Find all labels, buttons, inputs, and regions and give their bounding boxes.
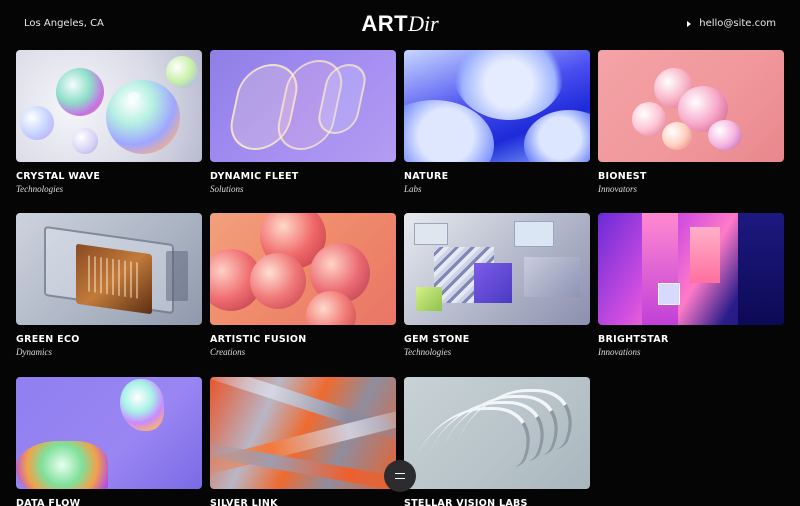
project-title: GEM STONE — [404, 334, 470, 345]
project-title: BIONEST — [598, 171, 647, 182]
project-thumbnail[interactable] — [404, 50, 590, 162]
project-thumbnail[interactable] — [16, 213, 202, 325]
project-thumbnail[interactable] — [210, 377, 396, 489]
project-thumbnail[interactable] — [404, 213, 590, 325]
project-title: CRYSTAL WAVE — [16, 171, 101, 182]
project-title: GREEN ECO — [16, 334, 80, 345]
project-title: DYNAMIC FLEET — [210, 171, 299, 182]
project-card[interactable]: DATA FLOW — [16, 377, 202, 506]
project-card[interactable]: GREEN ECO Dynamics — [16, 213, 202, 357]
project-thumbnail[interactable] — [404, 377, 590, 489]
project-subtitle: Innovations — [598, 347, 641, 357]
project-title: ARTISTIC FUSION — [210, 334, 307, 345]
menu-button[interactable] — [384, 460, 416, 492]
project-thumbnail[interactable] — [598, 50, 784, 162]
caret-right-icon — [687, 20, 692, 27]
project-card[interactable]: SILVER LINK — [210, 377, 396, 506]
project-card[interactable]: ARTISTIC FUSION Creations — [210, 213, 396, 357]
contact-email: hello@site.com — [699, 18, 776, 29]
project-thumbnail[interactable] — [210, 213, 396, 325]
contact-link[interactable]: hello@site.com — [687, 18, 776, 29]
project-subtitle: Solutions — [210, 184, 244, 194]
project-subtitle: Technologies — [16, 184, 64, 194]
project-card[interactable]: CRYSTAL WAVE Technologies — [16, 50, 202, 194]
project-subtitle: Dynamics — [16, 347, 52, 357]
project-thumbnail[interactable] — [598, 213, 784, 325]
project-subtitle: Innovators — [598, 184, 637, 194]
project-subtitle: Labs — [404, 184, 422, 194]
project-subtitle: Technologies — [404, 347, 452, 357]
logo[interactable]: ARTDir — [0, 12, 800, 36]
project-title: STELLAR VISION LABS — [404, 498, 528, 506]
project-card[interactable]: BRIGHTSTAR Innovations — [598, 213, 784, 357]
project-title: SILVER LINK — [210, 498, 278, 506]
project-thumbnail[interactable] — [16, 50, 202, 162]
menu-icon — [395, 473, 405, 479]
top-bar: Los Angeles, CA ARTDir hello@site.com — [0, 0, 800, 48]
logo-bold: ART — [361, 11, 409, 36]
logo-italic: Dir — [408, 11, 439, 36]
project-title: NATURE — [404, 171, 449, 182]
project-card[interactable]: STELLAR VISION LABS — [404, 377, 590, 506]
project-subtitle: Creations — [210, 347, 246, 357]
project-card[interactable]: GEM STONE Technologies — [404, 213, 590, 357]
project-card[interactable]: DYNAMIC FLEET Solutions — [210, 50, 396, 194]
project-card[interactable]: NATURE Labs — [404, 50, 590, 194]
project-title: BRIGHTSTAR — [598, 334, 669, 345]
project-thumbnail[interactable] — [16, 377, 202, 489]
project-thumbnail[interactable] — [210, 50, 396, 162]
project-title: DATA FLOW — [16, 498, 81, 506]
project-card[interactable]: BIONEST Innovators — [598, 50, 784, 194]
